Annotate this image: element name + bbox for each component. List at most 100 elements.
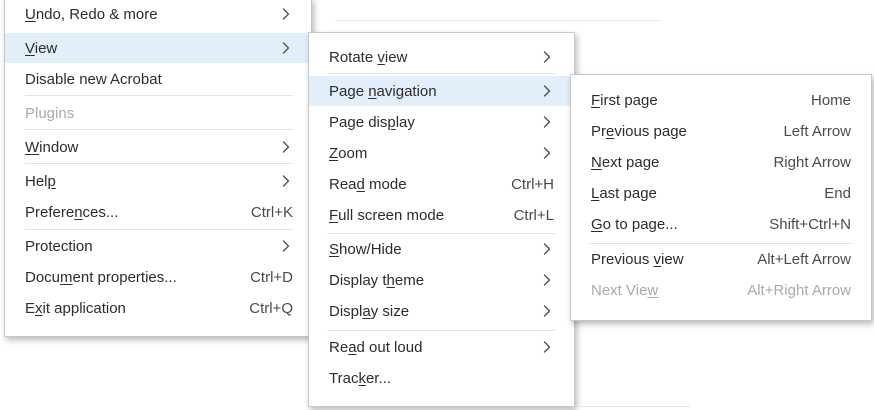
menu-item-previous-page[interactable]: Previous page Left Arrow xyxy=(571,116,871,146)
menu-item-previous-view[interactable]: Previous view Alt+Left Arrow xyxy=(571,244,871,274)
menu-item-label: Rotate view xyxy=(329,49,540,66)
label-text: avigation xyxy=(376,82,437,100)
menu-item-exit-application[interactable]: Exit application Ctrl+Q xyxy=(5,293,311,323)
menu-item-help[interactable]: Help xyxy=(5,166,311,196)
label-text: d out loud xyxy=(356,338,423,356)
access-key: p xyxy=(387,113,396,131)
menu-item-read-mode[interactable]: Read mode Ctrl+H xyxy=(309,169,574,199)
menu-item-label: Help xyxy=(25,173,279,190)
menu-item-window[interactable]: Window xyxy=(5,132,311,162)
label-text: Displ xyxy=(329,302,363,320)
access-key: p xyxy=(47,172,56,190)
chevron-right-icon xyxy=(279,7,293,21)
menu-item-go-to-page[interactable]: Go to page... Shift+Ctrl+N xyxy=(571,209,871,239)
label-text: iew xyxy=(661,250,684,268)
menu-item-page-navigation[interactable]: Page navigation xyxy=(309,76,574,106)
access-key: S xyxy=(329,240,340,258)
menu-item-next-page[interactable]: Next page Right Arrow xyxy=(571,147,871,177)
shortcut-label: Alt+Right Arrow xyxy=(747,281,851,299)
menu-item-disable-new-acrobat[interactable]: Disable new Acrobat xyxy=(5,64,311,94)
label-text: Pr xyxy=(591,122,606,140)
menu-item-tracker[interactable]: Tracker... xyxy=(309,363,574,393)
label-text: indow xyxy=(39,138,79,156)
shortcut-label: Ctrl+Q xyxy=(249,299,293,317)
label-text: Rotate xyxy=(329,48,378,66)
menu-item-label: Previous view xyxy=(591,251,757,268)
chevron-right-icon xyxy=(540,242,554,256)
menu-item-label: Preferences... xyxy=(25,204,251,221)
shortcut-label: End xyxy=(824,184,851,202)
menu-item-document-properties[interactable]: Document properties... Ctrl+D xyxy=(5,262,311,292)
label-text: mode xyxy=(364,175,407,193)
access-key: F xyxy=(591,91,601,109)
menu-item-undo-redo[interactable]: Undo, Redo & more xyxy=(5,0,311,29)
access-key: k xyxy=(358,369,366,387)
access-key: Z xyxy=(329,144,339,162)
menu-item-label: Next page xyxy=(591,154,773,171)
label-text: ndo, Redo & more xyxy=(35,5,158,23)
menu-separator xyxy=(25,129,293,130)
menu-item-label: Next View xyxy=(591,282,747,299)
label-text: lay xyxy=(395,113,415,131)
label-text: Page xyxy=(329,82,369,100)
access-key: m xyxy=(60,268,73,286)
label-text: Docu xyxy=(25,268,61,286)
chevron-right-icon xyxy=(279,239,293,253)
label-text: o to page... xyxy=(602,215,678,233)
label-text: Hel xyxy=(25,172,48,190)
chevron-right-icon xyxy=(540,340,554,354)
chevron-right-icon xyxy=(279,140,293,154)
label-text: Re xyxy=(329,338,349,356)
access-key: a xyxy=(348,338,357,356)
label-text: Protection xyxy=(25,237,93,255)
menu-item-display-theme[interactable]: Display theme xyxy=(309,265,574,295)
menu-item-zoom[interactable]: Zoom xyxy=(309,138,574,168)
menu-item-label: Protection xyxy=(25,238,279,255)
label-text: ces... xyxy=(82,203,119,221)
access-key: F xyxy=(329,206,339,224)
menu-item-label: Exit application xyxy=(25,300,249,317)
chevron-right-icon xyxy=(540,273,554,287)
menu-item-display-size[interactable]: Display size xyxy=(309,296,574,326)
access-key: W xyxy=(25,138,40,156)
menu-item-label: Page navigation xyxy=(329,83,540,100)
menu-item-label: Last page xyxy=(591,185,824,202)
label-text: it application xyxy=(42,299,126,317)
shortcut-label: Right Arrow xyxy=(773,153,851,171)
menu-item-last-page[interactable]: Last page End xyxy=(571,178,871,208)
menu-item-label: Document properties... xyxy=(25,269,250,286)
menu-item-full-screen-mode[interactable]: Full screen mode Ctrl+L xyxy=(309,200,574,230)
menu-item-label: View xyxy=(25,40,279,57)
access-key: n xyxy=(368,82,377,100)
label-text: oom xyxy=(338,144,368,162)
label-text: Display t xyxy=(329,271,387,289)
menu-item-preferences[interactable]: Preferences... Ctrl+K xyxy=(5,197,311,227)
label-text: Previous xyxy=(591,250,654,268)
access-key: h xyxy=(386,271,395,289)
menu-item-next-view: Next View Alt+Right Arrow xyxy=(571,275,871,305)
access-key: N xyxy=(591,153,602,171)
menu-item-label: Tracker... xyxy=(329,370,554,387)
chevron-right-icon xyxy=(540,84,554,98)
menu-item-read-out-loud[interactable]: Read out loud xyxy=(309,332,574,362)
menu-item-protection[interactable]: Protection xyxy=(5,231,311,261)
menu-item-label: Display size xyxy=(329,303,540,320)
label-text: Rea xyxy=(329,175,357,193)
shortcut-label: Ctrl+H xyxy=(511,175,554,193)
chevron-right-icon xyxy=(279,174,293,188)
shortcut-label: Left Arrow xyxy=(783,122,851,140)
chevron-right-icon xyxy=(540,304,554,318)
menu-item-view[interactable]: View xyxy=(5,33,311,63)
main-menu: Undo, Redo & more View Disable new Acrob… xyxy=(4,0,312,337)
menu-separator xyxy=(25,95,293,96)
label-text: vious page xyxy=(614,122,687,140)
label-text: E xyxy=(25,299,36,317)
menu-item-rotate-view[interactable]: Rotate view xyxy=(309,42,574,72)
menu-item-label: Show/Hide xyxy=(329,241,540,258)
shortcut-label: Home xyxy=(810,91,851,109)
menu-item-page-display[interactable]: Page display xyxy=(309,107,574,137)
menu-item-first-page[interactable]: First page Home xyxy=(571,85,871,115)
page-navigation-submenu: First page Home Previous page Left Arrow N… xyxy=(570,74,872,321)
chevron-right-icon xyxy=(279,41,293,55)
menu-item-show-hide[interactable]: Show/Hide xyxy=(309,234,574,264)
